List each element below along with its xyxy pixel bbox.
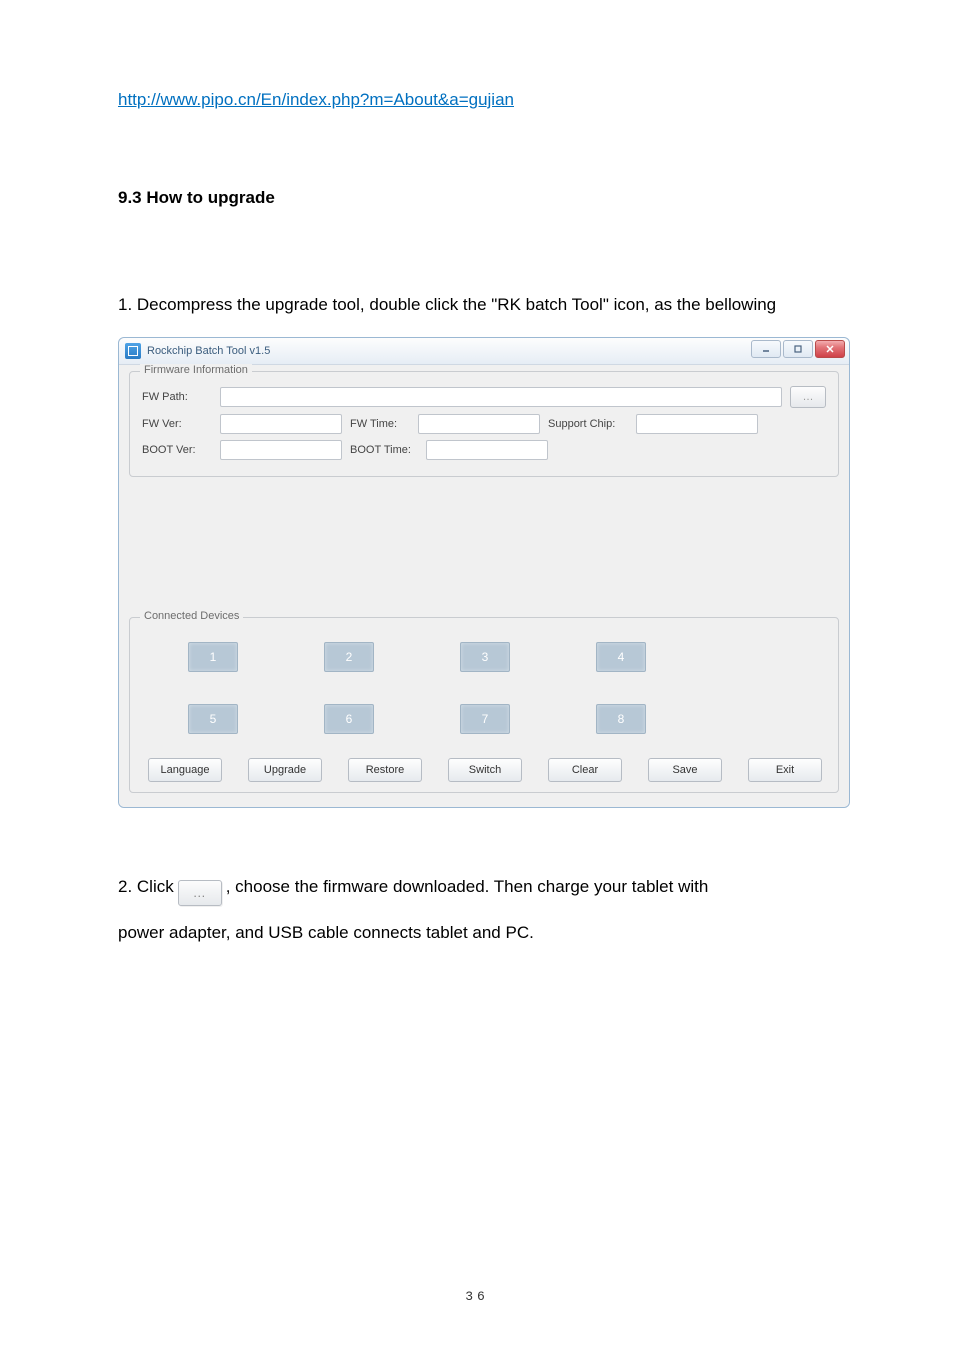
fw-time-label: FW Time:	[350, 418, 410, 430]
device-slot-5[interactable]: 5	[188, 704, 238, 734]
maximize-button[interactable]	[783, 340, 813, 358]
close-button[interactable]	[815, 340, 845, 358]
para2-post: , choose the firmware downloaded. Then c…	[226, 866, 709, 909]
fw-time-input[interactable]	[418, 414, 540, 434]
titlebar: Rockchip Batch Tool v1.5	[119, 338, 849, 365]
fw-ver-label: FW Ver:	[142, 418, 212, 430]
restore-button[interactable]: Restore	[348, 758, 422, 782]
exit-button[interactable]: Exit	[748, 758, 822, 782]
boot-ver-label: BOOT Ver:	[142, 444, 212, 456]
devices-groupbox: Connected Devices 1 2 3 4 5 6 7 8 Langua…	[129, 617, 839, 793]
device-slot-3[interactable]: 3	[460, 642, 510, 672]
device-slot-6[interactable]: 6	[324, 704, 374, 734]
inline-browse-icon: …	[178, 880, 222, 906]
app-icon	[125, 343, 141, 359]
device-slot-8[interactable]: 8	[596, 704, 646, 734]
download-link[interactable]: http://www.pipo.cn/En/index.php?m=About&…	[118, 90, 514, 109]
paragraph-3: power adapter, and USB cable connects ta…	[118, 912, 836, 955]
app-window: Rockchip Batch Tool v1.5 Firmware Inform…	[118, 337, 850, 808]
device-slot-4[interactable]: 4	[596, 642, 646, 672]
switch-button[interactable]: Switch	[448, 758, 522, 782]
app-title: Rockchip Batch Tool v1.5	[147, 345, 270, 357]
firmware-legend: Firmware Information	[140, 364, 252, 376]
support-chip-label: Support Chip:	[548, 418, 628, 430]
fw-ver-input[interactable]	[220, 414, 342, 434]
section-heading: 9.3 How to upgrade	[118, 188, 836, 208]
boot-ver-input[interactable]	[220, 440, 342, 460]
page-number: 36	[0, 1289, 954, 1304]
firmware-groupbox: Firmware Information FW Path: … FW Ver: …	[129, 371, 839, 477]
paragraph-1: 1. Decompress the upgrade tool, double c…	[118, 284, 836, 327]
language-button[interactable]: Language	[148, 758, 222, 782]
minimize-button[interactable]	[751, 340, 781, 358]
save-button[interactable]: Save	[648, 758, 722, 782]
fw-path-input[interactable]	[220, 387, 782, 407]
boot-time-input[interactable]	[426, 440, 548, 460]
device-slot-2[interactable]: 2	[324, 642, 374, 672]
log-area	[129, 477, 839, 617]
browse-button[interactable]: …	[790, 386, 826, 408]
device-slot-1[interactable]: 1	[188, 642, 238, 672]
boot-time-label: BOOT Time:	[350, 444, 418, 456]
paragraph-2: 2. Click … , choose the firmware downloa…	[118, 866, 836, 909]
clear-button[interactable]: Clear	[548, 758, 622, 782]
upgrade-button[interactable]: Upgrade	[248, 758, 322, 782]
para2-pre: 2. Click	[118, 866, 174, 909]
devices-legend: Connected Devices	[140, 610, 243, 622]
support-chip-input[interactable]	[636, 414, 758, 434]
device-slot-7[interactable]: 7	[460, 704, 510, 734]
fw-path-label: FW Path:	[142, 391, 212, 403]
